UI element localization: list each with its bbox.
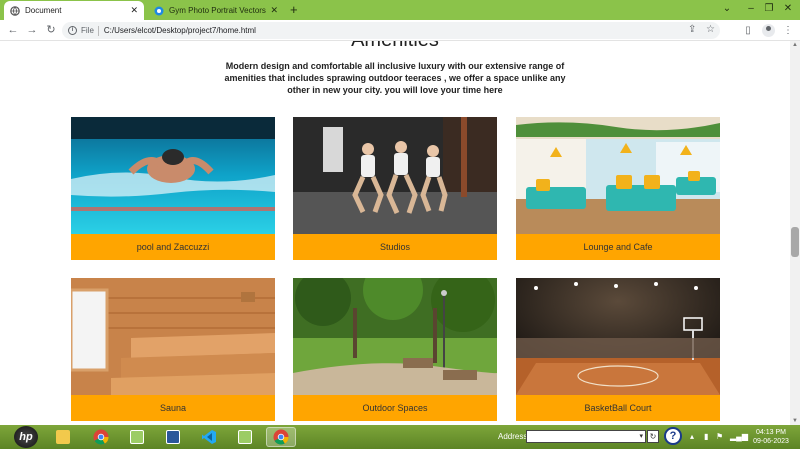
menu-kebab-icon[interactable]: ⋮ (781, 23, 795, 38)
amenity-card-pool[interactable]: pool and Zaccuzzi (71, 117, 275, 260)
system-clock[interactable]: 04:13 PM 09-06-2023 (748, 428, 794, 446)
reload-icon[interactable]: ↻ (43, 23, 59, 38)
card-caption: Sauna (71, 395, 275, 421)
taskbar: hp Address ▾ ↻ ? ▴ ▮ ⚑ ▂▄▆ 04:13 PM 09-0… (0, 425, 800, 449)
amenity-card-outdoor[interactable]: Outdoor Spaces (293, 278, 497, 421)
word-icon[interactable] (158, 427, 188, 447)
clock-date: 09-06-2023 (753, 438, 789, 445)
vscode-icon[interactable] (194, 427, 224, 447)
cafe-lounge-photo (516, 117, 720, 234)
bookmark-star-icon[interactable]: ☆ (706, 23, 715, 37)
url-scheme: File (81, 26, 94, 35)
gym-class-photo (293, 117, 497, 234)
address-go-icon[interactable]: ↻ (647, 430, 659, 443)
tab-search-icon[interactable]: ⌄ (718, 2, 736, 16)
new-tab-button[interactable]: + (290, 2, 298, 18)
side-panel-icon[interactable]: ▯ (741, 23, 755, 38)
back-icon[interactable]: ← (5, 23, 21, 38)
close-tab-icon[interactable]: ✕ (130, 5, 138, 16)
page-viewport: Amenities Modern design and comfortable … (0, 41, 790, 425)
scroll-up-icon[interactable]: ▲ (792, 42, 798, 48)
battery-icon[interactable]: ▮ (704, 431, 708, 443)
tab-document[interactable]: Document ✕ (4, 1, 144, 20)
park-photo (293, 278, 497, 395)
globe-icon (10, 5, 20, 16)
signal-icon[interactable]: ▂▄▆ (730, 431, 748, 443)
close-tab-icon[interactable]: ✕ (270, 5, 278, 16)
chrome-icon[interactable] (86, 427, 116, 447)
url-text[interactable]: C:/Users/elcot/Desktop/project7/home.htm… (104, 26, 256, 35)
card-caption: Outdoor Spaces (293, 395, 497, 421)
scrollbar-thumb[interactable] (791, 227, 799, 257)
image-viewer-icon[interactable] (122, 427, 152, 447)
minimize-icon[interactable]: – (742, 2, 760, 16)
close-window-icon[interactable]: ✕ (779, 2, 797, 16)
swimmer-photo (71, 117, 275, 234)
help-icon[interactable]: ? (664, 427, 682, 445)
browser-toolbar: ← → ↻ i File C:/Users/elcot/Desktop/proj… (0, 20, 800, 41)
address-toolbar-input[interactable]: ▾ (526, 430, 646, 443)
info-icon[interactable]: i (68, 26, 77, 35)
tab-gym-photo[interactable]: Gym Photo Portrait Vectors, Photo ✕ (148, 1, 284, 20)
restore-icon[interactable]: ❐ (760, 2, 778, 16)
clock-time: 04:13 PM (756, 429, 786, 436)
forward-icon[interactable]: → (24, 23, 40, 38)
address-bar[interactable]: i File C:/Users/elcot/Desktop/project7/h… (62, 22, 720, 39)
file-explorer-icon[interactable] (48, 427, 78, 447)
amenity-card-lounge[interactable]: Lounge and Cafe (516, 117, 720, 260)
amenity-card-sauna[interactable]: Sauna (71, 278, 275, 421)
page-scrollbar[interactable]: ▲ ▼ (790, 41, 800, 425)
amenities-description: Modern design and comfortable all inclus… (224, 61, 566, 95)
tab-title: Document (25, 6, 62, 15)
chevron-down-icon[interactable]: ▾ (639, 432, 643, 440)
card-caption: BasketBall Court (516, 395, 720, 421)
sauna-photo (71, 278, 275, 395)
start-button[interactable]: hp (14, 426, 38, 448)
action-center-flag-icon[interactable]: ⚑ (716, 431, 723, 443)
card-caption: pool and Zaccuzzi (71, 234, 275, 260)
photo-app-icon[interactable] (230, 427, 260, 447)
scroll-down-icon[interactable]: ▼ (792, 418, 798, 424)
card-caption: Lounge and Cafe (516, 234, 720, 260)
card-caption: Studios (293, 234, 497, 260)
profile-avatar[interactable] (762, 24, 775, 37)
tab-title: Gym Photo Portrait Vectors, Photo (169, 6, 267, 15)
site-favicon-icon (154, 6, 164, 16)
address-toolbar-label: Address (498, 432, 528, 441)
tab-strip: Document ✕ Gym Photo Portrait Vectors, P… (0, 0, 800, 20)
tray-expand-icon[interactable]: ▴ (690, 431, 694, 443)
basketball-arena-photo (516, 278, 720, 395)
chrome-active-icon[interactable] (266, 427, 296, 447)
amenity-card-studios[interactable]: Studios (293, 117, 497, 260)
share-icon[interactable]: ⇪ (688, 23, 696, 37)
amenity-card-basketball[interactable]: BasketBall Court (516, 278, 720, 421)
page-title: Amenities (0, 41, 790, 52)
